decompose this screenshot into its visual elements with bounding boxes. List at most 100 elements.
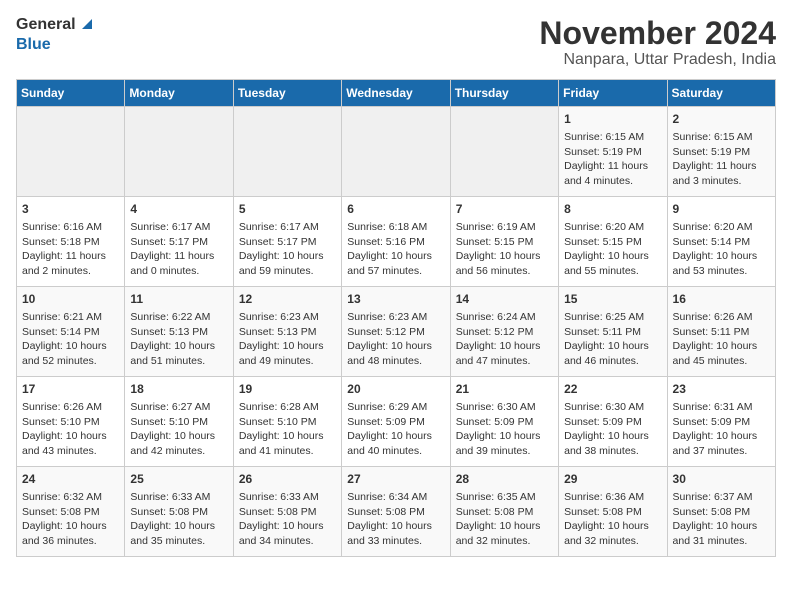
day-info: Sunrise: 6:28 AM <box>239 400 336 415</box>
day-info: Sunset: 5:17 PM <box>130 235 227 250</box>
day-info: Daylight: 10 hours and 41 minutes. <box>239 429 336 458</box>
calendar-cell: 3 Sunrise: 6:16 AMSunset: 5:18 PMDaylight… <box>17 197 125 287</box>
day-info: Sunrise: 6:30 AM <box>564 400 661 415</box>
calendar-cell: 1Sunrise: 6:15 AMSunset: 5:19 PMDaylight… <box>559 107 667 197</box>
day-info: Sunrise: 6:20 AM <box>564 220 661 235</box>
day-number: 2 <box>673 111 770 128</box>
day-info: Sunrise: 6:25 AM <box>564 310 661 325</box>
day-info: Sunrise: 6:32 AM <box>22 490 119 505</box>
day-number: 9 <box>673 201 770 218</box>
day-info: Sunset: 5:12 PM <box>456 325 553 340</box>
calendar-cell: 23 Sunrise: 6:31 AMSunset: 5:09 PMDayligh… <box>667 377 775 467</box>
calendar-cell <box>450 107 558 197</box>
calendar-cell: 17Sunrise: 6:26 AMSunset: 5:10 PMDayligh… <box>17 377 125 467</box>
header-saturday: Saturday <box>667 80 775 107</box>
day-info: Sunrise: 6:18 AM <box>347 220 444 235</box>
calendar-cell <box>17 107 125 197</box>
day-info: Sunrise: 6:16 AM <box>22 220 119 235</box>
logo: General Blue <box>16 16 96 53</box>
day-info: Sunset: 5:08 PM <box>347 505 444 520</box>
day-number: 25 <box>130 471 227 488</box>
title-block: November 2024 Nanpara, Uttar Pradesh, In… <box>539 16 776 69</box>
day-number: 4 <box>130 201 227 218</box>
day-info: Sunset: 5:13 PM <box>130 325 227 340</box>
day-info: Daylight: 10 hours and 48 minutes. <box>347 339 444 368</box>
day-info: Sunset: 5:09 PM <box>456 415 553 430</box>
header-thursday: Thursday <box>450 80 558 107</box>
calendar-cell: 16Sunrise: 6:26 AMSunset: 5:11 PMDayligh… <box>667 287 775 377</box>
day-info: Sunset: 5:15 PM <box>456 235 553 250</box>
day-info: Daylight: 10 hours and 39 minutes. <box>456 429 553 458</box>
day-info: Sunset: 5:08 PM <box>673 505 770 520</box>
calendar-cell: 6 Sunrise: 6:18 AMSunset: 5:16 PMDaylight… <box>342 197 450 287</box>
day-number: 23 <box>673 381 770 398</box>
day-info: Daylight: 10 hours and 37 minutes. <box>673 429 770 458</box>
day-info: Daylight: 10 hours and 38 minutes. <box>564 429 661 458</box>
day-info: Sunset: 5:09 PM <box>673 415 770 430</box>
day-info: Sunset: 5:18 PM <box>22 235 119 250</box>
day-info: Daylight: 10 hours and 40 minutes. <box>347 429 444 458</box>
calendar-table: SundayMondayTuesdayWednesdayThursdayFrid… <box>16 79 776 557</box>
calendar-cell: 18Sunrise: 6:27 AMSunset: 5:10 PMDayligh… <box>125 377 233 467</box>
day-number: 7 <box>456 201 553 218</box>
day-info: Daylight: 10 hours and 51 minutes. <box>130 339 227 368</box>
header-sunday: Sunday <box>17 80 125 107</box>
calendar-cell: 4Sunrise: 6:17 AMSunset: 5:17 PMDaylight… <box>125 197 233 287</box>
day-number: 27 <box>347 471 444 488</box>
day-info: Sunrise: 6:26 AM <box>673 310 770 325</box>
day-info: Sunrise: 6:35 AM <box>456 490 553 505</box>
day-info: Sunset: 5:16 PM <box>347 235 444 250</box>
calendar-cell: 27Sunrise: 6:34 AMSunset: 5:08 PMDayligh… <box>342 467 450 557</box>
day-info: Sunset: 5:19 PM <box>564 145 661 160</box>
day-number: 26 <box>239 471 336 488</box>
day-info: Sunset: 5:17 PM <box>239 235 336 250</box>
day-number: 13 <box>347 291 444 308</box>
day-info: Sunrise: 6:20 AM <box>673 220 770 235</box>
day-info: Sunset: 5:10 PM <box>239 415 336 430</box>
logo-general-text: General <box>16 16 76 34</box>
day-number: 12 <box>239 291 336 308</box>
calendar-week-3: 17Sunrise: 6:26 AMSunset: 5:10 PMDayligh… <box>17 377 776 467</box>
day-number: 8 <box>564 201 661 218</box>
calendar-header: SundayMondayTuesdayWednesdayThursdayFrid… <box>17 80 776 107</box>
calendar-cell: 5Sunrise: 6:17 AMSunset: 5:17 PMDaylight… <box>233 197 341 287</box>
day-number: 17 <box>22 381 119 398</box>
day-info: Daylight: 10 hours and 33 minutes. <box>347 519 444 548</box>
day-info: Sunset: 5:08 PM <box>22 505 119 520</box>
day-info: Daylight: 11 hours and 2 minutes. <box>22 249 119 278</box>
calendar-cell <box>233 107 341 197</box>
day-info: Daylight: 10 hours and 57 minutes. <box>347 249 444 278</box>
day-info: Daylight: 10 hours and 31 minutes. <box>673 519 770 548</box>
day-number: 14 <box>456 291 553 308</box>
day-number: 20 <box>347 381 444 398</box>
header-friday: Friday <box>559 80 667 107</box>
day-info: Daylight: 10 hours and 59 minutes. <box>239 249 336 278</box>
day-info: Sunrise: 6:30 AM <box>456 400 553 415</box>
day-info: Sunset: 5:11 PM <box>673 325 770 340</box>
header-tuesday: Tuesday <box>233 80 341 107</box>
day-info: Sunrise: 6:23 AM <box>347 310 444 325</box>
day-info: Daylight: 10 hours and 49 minutes. <box>239 339 336 368</box>
day-info: Sunrise: 6:31 AM <box>673 400 770 415</box>
day-info: Sunset: 5:13 PM <box>239 325 336 340</box>
day-info: Sunrise: 6:21 AM <box>22 310 119 325</box>
day-number: 21 <box>456 381 553 398</box>
day-info: Sunset: 5:10 PM <box>130 415 227 430</box>
calendar-cell: 19Sunrise: 6:28 AMSunset: 5:10 PMDayligh… <box>233 377 341 467</box>
day-number: 3 <box>22 201 119 218</box>
day-info: Sunset: 5:11 PM <box>564 325 661 340</box>
day-number: 6 <box>347 201 444 218</box>
day-info: Sunrise: 6:33 AM <box>239 490 336 505</box>
day-info: Sunrise: 6:26 AM <box>22 400 119 415</box>
day-info: Sunset: 5:08 PM <box>564 505 661 520</box>
day-number: 11 <box>130 291 227 308</box>
day-info: Daylight: 10 hours and 45 minutes. <box>673 339 770 368</box>
calendar-cell: 13Sunrise: 6:23 AMSunset: 5:12 PMDayligh… <box>342 287 450 377</box>
day-info: Sunset: 5:15 PM <box>564 235 661 250</box>
day-info: Daylight: 10 hours and 47 minutes. <box>456 339 553 368</box>
day-number: 18 <box>130 381 227 398</box>
day-info: Daylight: 10 hours and 46 minutes. <box>564 339 661 368</box>
day-info: Sunset: 5:14 PM <box>22 325 119 340</box>
header-wednesday: Wednesday <box>342 80 450 107</box>
day-number: 1 <box>564 111 661 128</box>
